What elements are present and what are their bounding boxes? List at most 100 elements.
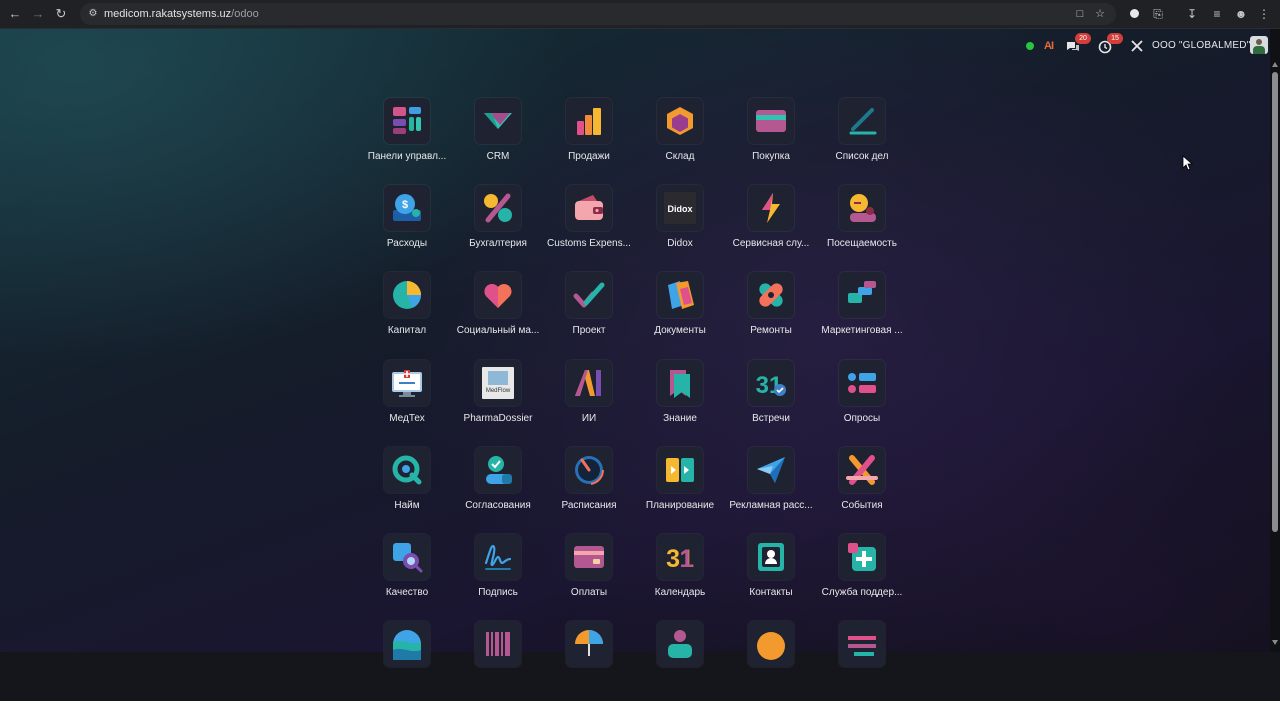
app-quality[interactable]: Качество xyxy=(362,534,452,614)
approvals-icon[interactable] xyxy=(475,447,521,493)
app-label[interactable]: Маркетинговая ... xyxy=(817,325,907,336)
app-dashboards[interactable]: Панели управл... xyxy=(362,98,452,178)
user-avatar[interactable] xyxy=(1250,36,1268,54)
app-knowledge[interactable]: Знание xyxy=(635,360,725,440)
app-approvals[interactable]: Согласования xyxy=(453,447,543,527)
profile-dot-icon[interactable] xyxy=(1125,5,1143,23)
app-employees[interactable] xyxy=(635,621,725,701)
app-project[interactable]: Проект xyxy=(544,272,634,352)
app-label[interactable]: Расходы xyxy=(362,238,452,249)
scroll-up-arrow-icon[interactable] xyxy=(1272,62,1278,67)
company-switcher[interactable]: OOO "GLOBALMED" xyxy=(1152,38,1250,54)
data-cleaning-icon[interactable] xyxy=(839,621,885,667)
site-info-icon[interactable]: ⚙ xyxy=(86,7,100,21)
app-label[interactable]: Список дел xyxy=(817,151,907,162)
repairs-icon[interactable] xyxy=(748,272,794,318)
sign-icon[interactable] xyxy=(475,534,521,580)
customs-expenses-icon[interactable] xyxy=(566,185,612,231)
app-helpdesk[interactable]: Служба поддер... xyxy=(817,534,907,614)
presence-status-dot[interactable] xyxy=(1026,42,1034,50)
app-label[interactable]: Согласования xyxy=(453,500,543,511)
app-data-cleaning[interactable] xyxy=(817,621,907,701)
messages-button[interactable]: 20 xyxy=(1066,33,1091,54)
extensions-icon[interactable]: ⎘ xyxy=(1149,5,1167,23)
reload-icon[interactable]: ↻ xyxy=(52,5,70,23)
app-label[interactable]: Продажи xyxy=(544,151,634,162)
app-label[interactable]: Качество xyxy=(362,587,452,598)
app-accounting[interactable]: Бухгалтерия xyxy=(453,185,543,265)
recruitment-icon[interactable] xyxy=(384,447,430,493)
app-inventory[interactable]: Склад xyxy=(635,98,725,178)
app-attendance[interactable]: Посещаемость xyxy=(817,185,907,265)
app-label[interactable]: Служба поддер... xyxy=(817,587,907,598)
forward-arrow-icon[interactable]: → xyxy=(29,5,47,23)
app-label[interactable]: Календарь xyxy=(635,587,725,598)
didox-icon[interactable]: Didox xyxy=(657,185,703,231)
attendance-icon[interactable] xyxy=(839,185,885,231)
accounting-icon[interactable] xyxy=(475,185,521,231)
ai-systray-icon[interactable]: AI xyxy=(1044,38,1054,54)
app-label[interactable]: Контакты xyxy=(726,587,816,598)
insurance-icon[interactable] xyxy=(566,621,612,667)
app-equity[interactable]: Капитал xyxy=(362,272,452,352)
scroll-down-arrow-icon[interactable] xyxy=(1272,640,1278,645)
app-live-chat[interactable] xyxy=(726,621,816,701)
expenses-icon[interactable]: $ xyxy=(384,185,430,231)
app-appointments[interactable]: 31 Встречи xyxy=(726,360,816,440)
appointments-icon[interactable]: 31 xyxy=(748,360,794,406)
app-documents[interactable]: Документы xyxy=(635,272,725,352)
install-app-icon[interactable]: □ xyxy=(1072,6,1088,22)
media-control-icon[interactable]: ≡ xyxy=(1208,5,1226,23)
todo-icon[interactable] xyxy=(839,98,885,144)
address-bar[interactable]: ⚙ medicom.rakatsystems.uz/odoo □ ☆ xyxy=(80,3,1116,25)
app-label[interactable]: Расписания xyxy=(544,500,634,511)
app-label[interactable]: МедТех xyxy=(362,413,452,424)
back-arrow-icon[interactable]: ← xyxy=(6,5,24,23)
planning-icon[interactable] xyxy=(657,447,703,493)
app-field-service[interactable]: Сервисная слу... xyxy=(726,185,816,265)
bookmark-star-icon[interactable]: ☆ xyxy=(1092,6,1108,22)
scrollbar-thumb[interactable] xyxy=(1272,72,1278,532)
app-label[interactable]: Customs Expens... xyxy=(544,238,634,249)
url-text[interactable]: medicom.rakatsystems.uz/odoo xyxy=(104,3,259,25)
account-icon[interactable]: ☻ xyxy=(1232,5,1250,23)
app-label[interactable]: Ремонты xyxy=(726,325,816,336)
app-label[interactable]: ИИ xyxy=(544,413,634,424)
app-events[interactable]: События xyxy=(817,447,907,527)
app-label[interactable]: CRM xyxy=(453,151,543,162)
app-label[interactable]: Бухгалтерия xyxy=(453,238,543,249)
employees-icon[interactable] xyxy=(657,621,703,667)
app-customs-expenses[interactable]: Customs Expens... xyxy=(544,185,634,265)
app-label[interactable]: Панели управл... xyxy=(362,151,452,162)
website-icon[interactable] xyxy=(384,621,430,667)
calendar-icon[interactable]: 31 1 xyxy=(657,534,703,580)
knowledge-icon[interactable] xyxy=(657,360,703,406)
events-icon[interactable] xyxy=(839,447,885,493)
purchase-icon[interactable] xyxy=(748,98,794,144)
email-marketing-icon[interactable] xyxy=(748,447,794,493)
download-icon[interactable]: ↧ xyxy=(1183,5,1201,23)
live-chat-icon[interactable] xyxy=(748,621,794,667)
app-label[interactable]: Документы xyxy=(635,325,725,336)
app-label[interactable]: Капитал xyxy=(362,325,452,336)
sales-icon[interactable] xyxy=(566,98,612,144)
app-expenses[interactable]: $ Расходы xyxy=(362,185,452,265)
app-purchase[interactable]: Покупка xyxy=(726,98,816,178)
field-service-icon[interactable] xyxy=(748,185,794,231)
equity-icon[interactable] xyxy=(384,272,430,318)
contacts-icon[interactable] xyxy=(748,534,794,580)
app-todo[interactable]: Список дел xyxy=(817,98,907,178)
helpdesk-icon[interactable] xyxy=(839,534,885,580)
browser-menu-icon[interactable]: ⋮ xyxy=(1255,5,1273,23)
app-surveys[interactable]: Опросы xyxy=(817,360,907,440)
app-label[interactable]: События xyxy=(817,500,907,511)
app-label[interactable]: Найм xyxy=(362,500,452,511)
social-marketing-icon[interactable] xyxy=(475,272,521,318)
app-barcode[interactable] xyxy=(453,621,543,701)
app-label[interactable]: Подпись xyxy=(453,587,543,598)
app-label[interactable]: Встречи xyxy=(726,413,816,424)
ai-icon[interactable] xyxy=(566,360,612,406)
project-icon[interactable] xyxy=(566,272,612,318)
app-label[interactable]: Сервисная слу... xyxy=(726,238,816,249)
app-label[interactable]: Покупка xyxy=(726,151,816,162)
